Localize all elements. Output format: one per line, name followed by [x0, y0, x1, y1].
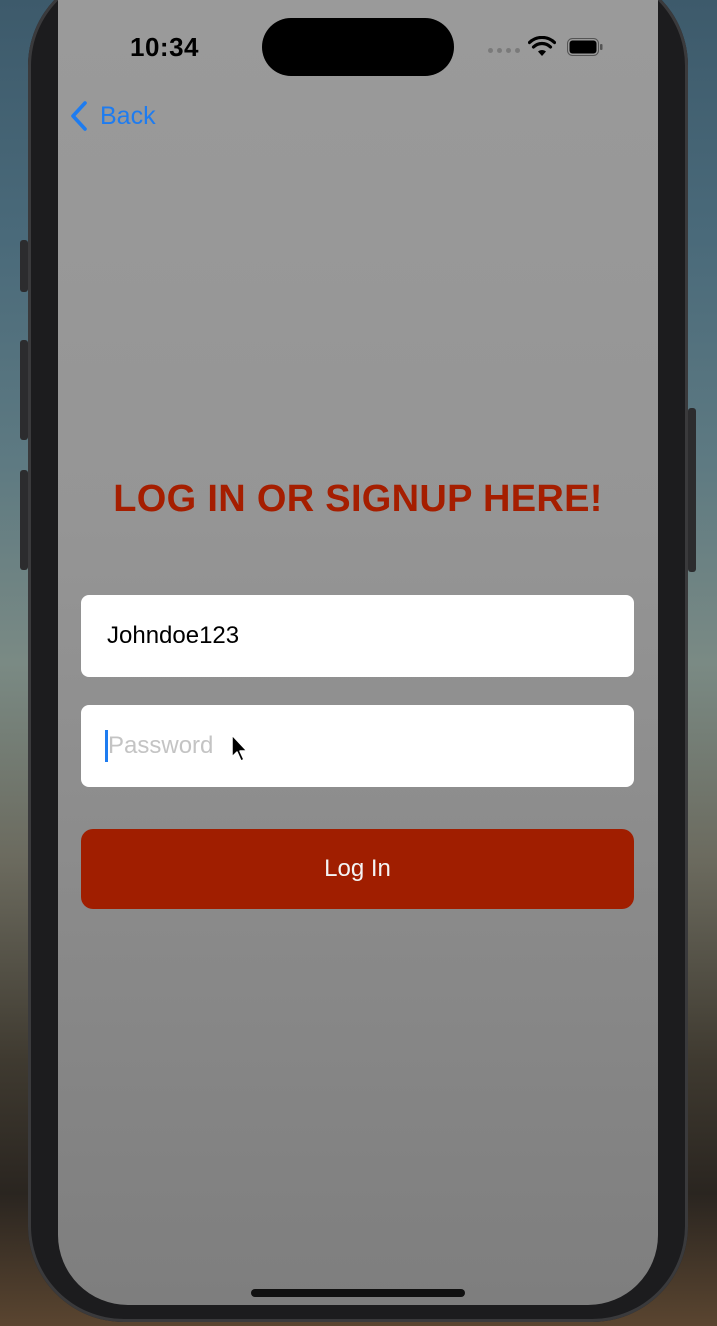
- login-button-label: Log In: [324, 855, 391, 882]
- chevron-left-icon: [71, 101, 87, 131]
- mouse-pointer-icon: [231, 734, 248, 762]
- cellular-signal-icon: [488, 48, 520, 53]
- side-button-volume-up: [20, 340, 28, 440]
- username-field[interactable]: Johndoe123: [81, 595, 634, 677]
- back-button[interactable]: Back: [68, 100, 156, 132]
- login-button[interactable]: Log In: [81, 829, 634, 909]
- wifi-icon: [528, 36, 556, 56]
- password-placeholder: Password: [108, 732, 214, 759]
- status-time: 10:34: [130, 32, 199, 62]
- back-label: Back: [100, 101, 156, 130]
- home-indicator[interactable]: [251, 1289, 465, 1297]
- battery-icon: [567, 38, 603, 56]
- side-button-silent: [20, 240, 28, 292]
- dynamic-island: [262, 18, 454, 76]
- username-value: Johndoe123: [107, 622, 240, 649]
- page-title: LOG IN OR SIGNUP HERE!: [113, 478, 603, 520]
- side-button-volume-down: [20, 470, 28, 570]
- password-field[interactable]: Password: [81, 705, 634, 787]
- side-button-power: [688, 408, 696, 572]
